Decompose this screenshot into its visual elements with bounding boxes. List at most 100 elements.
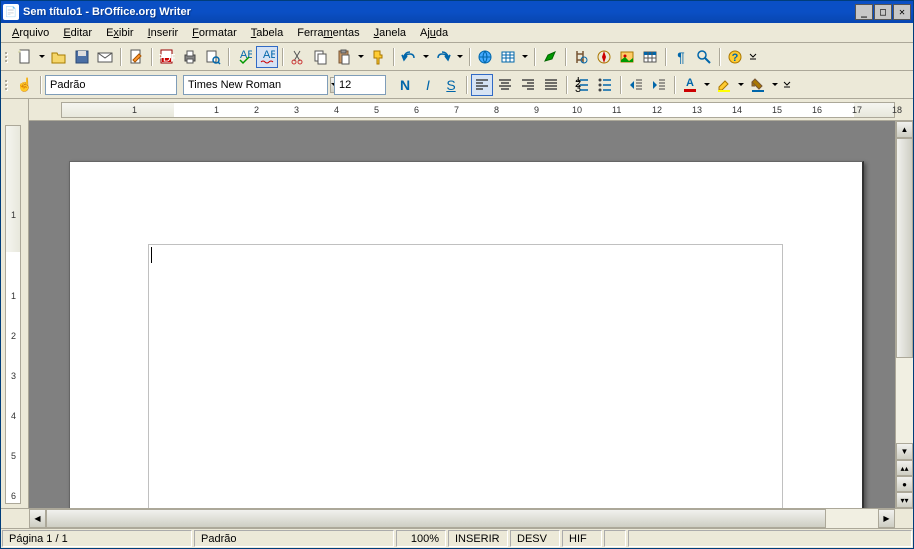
font-color-dropdown[interactable]: [702, 74, 712, 96]
hscroll-thumb[interactable]: [46, 509, 826, 528]
window-title: Sem título1 - BrOffice.org Writer: [23, 6, 854, 18]
font-color-button[interactable]: A: [679, 74, 701, 96]
status-desv[interactable]: DESV: [510, 530, 560, 547]
new-dropdown[interactable]: [37, 46, 47, 68]
table-button[interactable]: [497, 46, 519, 68]
datasources-button[interactable]: [639, 46, 661, 68]
svg-text:ABC: ABC: [263, 49, 275, 61]
workspace: 1 1 2 3 4 5 6 ▲ ▼ ▴▴ ● ▾▾: [1, 121, 913, 508]
minimize-button[interactable]: _: [855, 4, 873, 20]
navigator-button[interactable]: [593, 46, 615, 68]
export-pdf-button[interactable]: PDF: [156, 46, 178, 68]
find-button[interactable]: [570, 46, 592, 68]
open-button[interactable]: [48, 46, 70, 68]
new-button[interactable]: [14, 46, 36, 68]
highlight-button[interactable]: [713, 74, 735, 96]
horizontal-ruler[interactable]: 1 1 2 3 4 5 6 7 8 9 10 11 12 13 14 15 16…: [29, 99, 913, 121]
status-hif[interactable]: HIF: [562, 530, 602, 547]
bullet-list-button[interactable]: [594, 74, 616, 96]
cut-button[interactable]: [287, 46, 309, 68]
undo-button[interactable]: [398, 46, 420, 68]
prev-page-button[interactable]: ▴▴: [896, 460, 913, 476]
edit-file-button[interactable]: [125, 46, 147, 68]
redo-dropdown[interactable]: [455, 46, 465, 68]
styles-button[interactable]: ☝: [14, 74, 36, 96]
toolbar-options-button[interactable]: [747, 46, 759, 68]
table-dropdown[interactable]: [520, 46, 530, 68]
font-name-combo[interactable]: [183, 75, 328, 95]
scroll-left-button[interactable]: ◀: [29, 509, 46, 528]
numbered-list-button[interactable]: 123: [571, 74, 593, 96]
nonprinting-button[interactable]: ¶: [670, 46, 692, 68]
print-preview-button[interactable]: [202, 46, 224, 68]
show-draw-button[interactable]: [539, 46, 561, 68]
spellcheck-button[interactable]: ABC: [233, 46, 255, 68]
hscroll-track[interactable]: [46, 509, 878, 528]
menu-janela[interactable]: Janela: [367, 25, 413, 41]
paste-dropdown[interactable]: [356, 46, 366, 68]
text-frame[interactable]: [148, 244, 783, 508]
close-button[interactable]: ✕: [893, 4, 911, 20]
decrease-indent-button[interactable]: [625, 74, 647, 96]
toolbar-grip[interactable]: [5, 75, 11, 95]
scroll-right-button[interactable]: ▶: [878, 509, 895, 528]
vscroll-track[interactable]: [896, 138, 913, 443]
italic-button[interactable]: I: [417, 74, 439, 96]
ruler-area: 1 1 2 3 4 5 6 7 8 9 10 11 12 13 14 15 16…: [1, 99, 913, 121]
increase-indent-button[interactable]: [648, 74, 670, 96]
menu-inserir[interactable]: Inserir: [141, 25, 186, 41]
toolbar-grip[interactable]: [5, 47, 11, 67]
bold-button[interactable]: N: [394, 74, 416, 96]
toolbar-options-button[interactable]: [781, 74, 793, 96]
app-icon: 📄: [3, 4, 19, 20]
align-left-button[interactable]: [471, 74, 493, 96]
print-button[interactable]: [179, 46, 201, 68]
page[interactable]: [69, 161, 864, 508]
menu-formatar[interactable]: Formatar: [185, 25, 244, 41]
nav-object-button[interactable]: ●: [896, 476, 913, 492]
paste-button[interactable]: [333, 46, 355, 68]
paragraph-style-input[interactable]: [50, 79, 192, 91]
status-zoom[interactable]: 100%: [396, 530, 446, 547]
menu-exibir[interactable]: Exibir: [99, 25, 141, 41]
redo-button[interactable]: [432, 46, 454, 68]
help-button[interactable]: ?: [724, 46, 746, 68]
vscroll-thumb[interactable]: [896, 138, 913, 358]
status-style[interactable]: Padrão: [194, 530, 394, 547]
menu-arquivo[interactable]: Arquivo: [5, 25, 56, 41]
email-button[interactable]: [94, 46, 116, 68]
underline-button[interactable]: S: [440, 74, 462, 96]
title-bar: 📄 Sem título1 - BrOffice.org Writer _ □ …: [1, 1, 913, 23]
menu-ferramentas[interactable]: Ferramentas: [290, 25, 366, 41]
vertical-ruler[interactable]: 1 1 2 3 4 5 6: [1, 121, 29, 508]
maximize-button[interactable]: □: [874, 4, 892, 20]
menu-ajuda[interactable]: Ajuda: [413, 25, 455, 41]
format-paintbrush-button[interactable]: [367, 46, 389, 68]
align-right-button[interactable]: [517, 74, 539, 96]
align-center-button[interactable]: [494, 74, 516, 96]
menu-editar[interactable]: Editar: [56, 25, 99, 41]
copy-button[interactable]: [310, 46, 332, 68]
undo-dropdown[interactable]: [421, 46, 431, 68]
auto-spellcheck-button[interactable]: ABC: [256, 46, 278, 68]
hyperlink-button[interactable]: [474, 46, 496, 68]
font-name-input[interactable]: [188, 79, 330, 91]
hscroll-spacer: [1, 509, 29, 528]
paragraph-style-combo[interactable]: [45, 75, 177, 95]
background-color-button[interactable]: [747, 74, 769, 96]
menu-tabela[interactable]: Tabela: [244, 25, 290, 41]
zoom-button[interactable]: [693, 46, 715, 68]
gallery-button[interactable]: [616, 46, 638, 68]
document-area[interactable]: [29, 121, 895, 508]
scroll-up-button[interactable]: ▲: [896, 121, 913, 138]
status-page[interactable]: Página 1 / 1: [2, 530, 192, 547]
font-size-combo[interactable]: [334, 75, 386, 95]
save-button[interactable]: [71, 46, 93, 68]
next-page-button[interactable]: ▾▾: [896, 492, 913, 508]
status-insert[interactable]: INSERIR: [448, 530, 508, 547]
status-sel[interactable]: [604, 530, 626, 547]
scroll-down-button[interactable]: ▼: [896, 443, 913, 460]
bg-color-dropdown[interactable]: [770, 74, 780, 96]
highlight-dropdown[interactable]: [736, 74, 746, 96]
align-justify-button[interactable]: [540, 74, 562, 96]
